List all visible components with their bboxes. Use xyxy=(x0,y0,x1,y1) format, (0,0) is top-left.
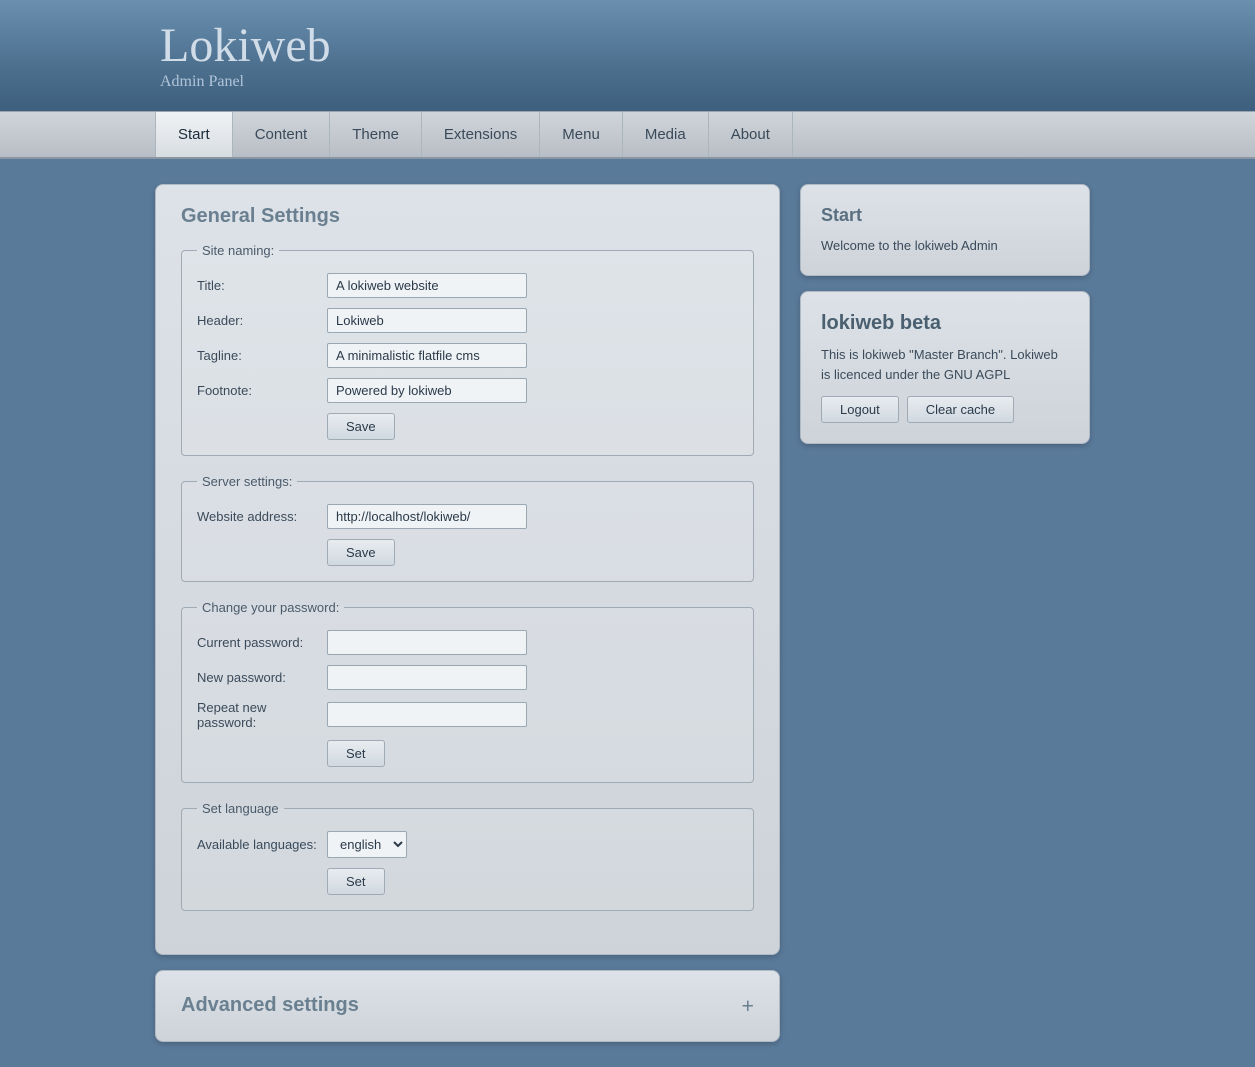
beta-card: lokiweb beta This is lokiweb "Master Bra… xyxy=(800,291,1090,444)
footnote-input[interactable] xyxy=(327,378,527,403)
clear-cache-button[interactable]: Clear cache xyxy=(907,396,1014,423)
current-password-label: Current password: xyxy=(197,635,327,650)
start-card-description: Welcome to the lokiweb Admin xyxy=(821,236,1069,256)
new-password-label: New password: xyxy=(197,670,327,685)
title-input[interactable] xyxy=(327,273,527,298)
site-naming-legend: Site naming: xyxy=(197,243,279,258)
language-set-button[interactable]: Set xyxy=(327,868,385,895)
repeat-password-row: Repeat new password: xyxy=(197,700,738,730)
nav-item-extensions[interactable]: Extensions xyxy=(422,112,540,157)
password-set-row: Set xyxy=(197,740,738,767)
site-naming-save-button[interactable]: Save xyxy=(327,413,395,440)
server-save-row: Save xyxy=(197,539,738,566)
header-row: Header: xyxy=(197,308,738,333)
beta-card-description: This is lokiweb "Master Branch". Lokiweb… xyxy=(821,345,1069,384)
available-languages-label: Available languages: xyxy=(197,837,327,852)
header-label: Header: xyxy=(197,313,327,328)
site-naming-save-row: Save xyxy=(197,413,738,440)
logout-button[interactable]: Logout xyxy=(821,396,899,423)
advanced-settings-card[interactable]: Advanced settings + xyxy=(155,970,780,1042)
tagline-label: Tagline: xyxy=(197,348,327,363)
advanced-plus-icon: + xyxy=(741,993,754,1019)
navbar: Start Content Theme Extensions Menu Medi… xyxy=(0,111,1255,159)
server-settings-fieldset: Server settings: Website address: Save xyxy=(181,474,754,582)
nav-item-media[interactable]: Media xyxy=(623,112,709,157)
language-select[interactable]: english xyxy=(327,831,407,858)
current-password-input[interactable] xyxy=(327,630,527,655)
site-subtitle: Admin Panel xyxy=(160,73,331,91)
website-address-row: Website address: xyxy=(197,504,738,529)
set-language-fieldset: Set language Available languages: englis… xyxy=(181,801,754,911)
language-set-row: Set xyxy=(197,868,738,895)
start-card-title: Start xyxy=(821,205,1069,226)
new-password-input[interactable] xyxy=(327,665,527,690)
footnote-label: Footnote: xyxy=(197,383,327,398)
nav-item-content[interactable]: Content xyxy=(233,112,331,157)
change-password-legend: Change your password: xyxy=(197,600,344,615)
footnote-row: Footnote: xyxy=(197,378,738,403)
site-title: Lokiweb xyxy=(160,20,331,73)
server-settings-legend: Server settings: xyxy=(197,474,297,489)
right-column: Start Welcome to the lokiweb Admin lokiw… xyxy=(800,184,1090,445)
general-settings-card: General Settings Site naming: Title: Hea… xyxy=(155,184,780,955)
beta-card-title: lokiweb beta xyxy=(821,312,1069,335)
website-address-label: Website address: xyxy=(197,509,327,524)
change-password-fieldset: Change your password: Current password: … xyxy=(181,600,754,783)
site-naming-fieldset: Site naming: Title: Header: Tagline: Foo… xyxy=(181,243,754,456)
tagline-row: Tagline: xyxy=(197,343,738,368)
nav-item-about[interactable]: About xyxy=(709,112,793,157)
general-settings-heading: General Settings xyxy=(181,205,754,228)
title-label: Title: xyxy=(197,278,327,293)
nav-item-start[interactable]: Start xyxy=(155,112,233,157)
start-card: Start Welcome to the lokiweb Admin xyxy=(800,184,1090,277)
current-password-row: Current password: xyxy=(197,630,738,655)
header-input[interactable] xyxy=(327,308,527,333)
new-password-row: New password: xyxy=(197,665,738,690)
server-save-button[interactable]: Save xyxy=(327,539,395,566)
available-languages-row: Available languages: english xyxy=(197,831,738,858)
password-set-button[interactable]: Set xyxy=(327,740,385,767)
main-content: General Settings Site naming: Title: Hea… xyxy=(0,159,1255,1067)
website-address-input[interactable] xyxy=(327,504,527,529)
set-language-legend: Set language xyxy=(197,801,284,816)
nav-item-theme[interactable]: Theme xyxy=(330,112,422,157)
advanced-settings-heading: Advanced settings xyxy=(181,994,359,1017)
header: Lokiweb Admin Panel xyxy=(0,0,1255,111)
nav-item-menu[interactable]: Menu xyxy=(540,112,623,157)
repeat-password-label: Repeat new password: xyxy=(197,700,327,730)
left-column: General Settings Site naming: Title: Hea… xyxy=(155,184,780,1042)
beta-card-buttons: Logout Clear cache xyxy=(821,396,1069,423)
tagline-input[interactable] xyxy=(327,343,527,368)
repeat-password-input[interactable] xyxy=(327,702,527,727)
title-row: Title: xyxy=(197,273,738,298)
